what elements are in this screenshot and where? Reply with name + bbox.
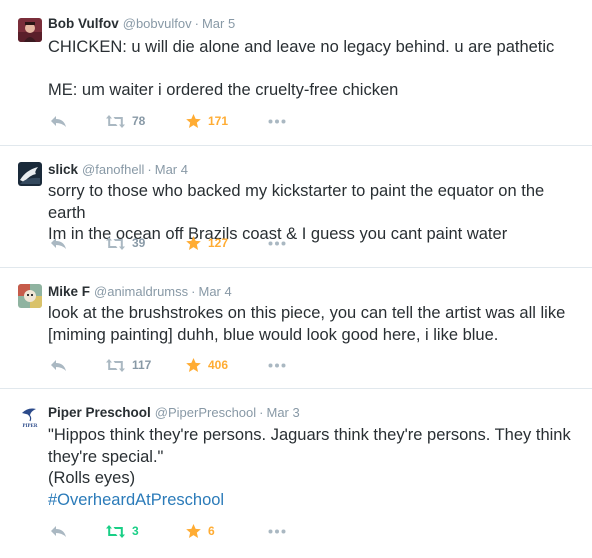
retweet-button[interactable]: 3 [106,523,139,539]
more-dots-icon [268,363,286,367]
retweet-button[interactable]: 39 [106,235,145,251]
star-icon [186,114,201,128]
retweet-icon [106,358,125,372]
tweet-header: Piper Preschool @PiperPreschool · Mar 3 [48,405,300,421]
retweet-icon [106,524,125,538]
reply-icon [51,237,66,249]
tweet-text-line: ME: um waiter i ordered the cruelty-free… [48,81,399,99]
more-button[interactable] [268,113,286,129]
favorite-count: 406 [208,358,229,372]
favorite-count: 127 [208,236,229,250]
separator-dot: · [194,16,199,31]
tweet-text: look at the brushstrokes on this piece, … [48,303,578,346]
reply-icon [51,359,66,371]
tweet-text-line: look at the brushstrokes on this piece, … [48,304,566,322]
retweet-icon [106,114,125,128]
retweet-button[interactable]: 117 [106,357,151,373]
more-button[interactable] [268,235,286,251]
retweet-button[interactable]: 78 [106,113,145,129]
reply-button[interactable] [50,523,67,539]
tweet-actions: 3 6 [48,523,448,539]
retweet-count: 78 [132,114,146,128]
tweet-actions: 78 171 [48,113,448,129]
reply-icon [51,525,66,537]
hashtag-link[interactable]: #OverheardAtPreschool [48,491,224,509]
tweet-header: slick @fanofhell · Mar 4 [48,162,188,178]
timestamp[interactable]: Mar 5 [202,16,235,31]
tweet[interactable]: slick @fanofhell · Mar 4 sorry to those who… [0,146,592,268]
timestamp[interactable]: Mar 4 [198,284,231,299]
fullname[interactable]: Mike F [48,284,90,299]
separator-dot: · [147,162,152,177]
star-icon [186,524,201,538]
fullname[interactable]: slick [48,162,78,177]
more-button[interactable] [268,523,286,539]
tweet-timeline: Bob Vulfov @bobvulfov · Mar 5 CHICKEN: u wi… [0,0,592,558]
favorite-button[interactable]: 171 [186,113,228,129]
favorite-button[interactable]: 127 [186,235,228,251]
piper-preschool-logo[interactable]: PIPER [18,405,42,429]
separator-dot: · [191,284,196,299]
tweet-text-line: [miming painting] duhh, blue would look … [48,325,499,344]
username[interactable]: @PiperPreschool [155,405,256,420]
mike-f-avatar[interactable] [18,284,42,308]
favorite-count: 6 [208,524,215,538]
tweet-text-line: they're special." [48,447,164,466]
reply-button[interactable] [50,357,67,373]
tweet-text-gap [48,59,578,81]
tweet[interactable]: Mike F @animaldrumss · Mar 4 look at the br… [0,268,592,389]
favorite-button[interactable]: 406 [186,357,228,373]
tweet-text: "Hippos think they're persons. Jaguars t… [48,425,578,511]
timestamp[interactable]: Mar 3 [267,405,300,420]
tweet-text-line: (Rolls eyes) [48,469,136,487]
piper-logo-text: PIPER [23,424,38,429]
fullname[interactable]: Piper Preschool [48,405,151,420]
username[interactable]: @bobvulfov [123,16,192,31]
star-icon [186,236,201,250]
tweet-actions: 117 406 [48,357,448,373]
slick-avatar[interactable] [18,162,42,186]
separator-dot: · [259,405,264,420]
tweet-actions: 39 127 [48,235,448,251]
tweet-text-line: "Hippos think they're persons. Jaguars t… [48,426,571,444]
bob-vulfov-avatar[interactable] [18,18,42,42]
tweet[interactable]: Bob Vulfov @bobvulfov · Mar 5 CHICKEN: u wi… [0,0,592,146]
reply-button[interactable] [50,113,67,129]
username[interactable]: @animaldrumss [94,284,188,299]
reply-icon [51,115,66,127]
username[interactable]: @fanofhell [82,162,144,177]
fullname[interactable]: Bob Vulfov [48,16,119,31]
tweet-text-line: CHICKEN: u will die alone and leave no l… [48,38,555,56]
retweet-count: 39 [132,236,146,250]
tweet-text-line: sorry to those who backed my kickstarter… [48,182,545,222]
more-dots-icon [268,529,286,533]
timestamp[interactable]: Mar 4 [155,162,188,177]
tweet[interactable]: PIPER Piper Preschool @PiperPreschool · Mar… [0,389,592,558]
more-button[interactable] [268,357,286,373]
star-icon [186,358,201,372]
retweet-count: 3 [132,524,139,538]
retweet-icon [106,236,125,250]
retweet-count: 117 [132,358,152,372]
favorite-count: 171 [208,114,229,128]
favorite-button[interactable]: 6 [186,523,215,539]
tweet-header: Mike F @animaldrumss · Mar 4 [48,284,232,300]
more-dots-icon [268,119,286,123]
tweet-text: CHICKEN: u will die alone and leave no l… [48,37,578,102]
more-dots-icon [268,241,286,245]
reply-button[interactable] [50,235,67,251]
tweet-header: Bob Vulfov @bobvulfov · Mar 5 [48,16,235,32]
